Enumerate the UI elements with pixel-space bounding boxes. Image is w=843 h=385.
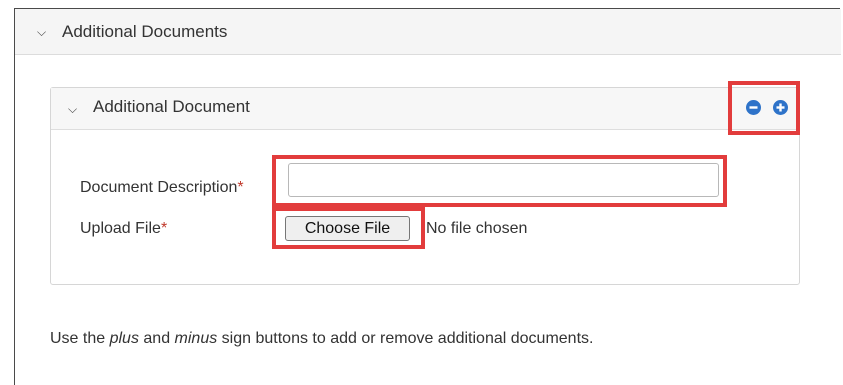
additional-document-panel: ⌵ Additional Document Document Descripti… — [50, 87, 800, 285]
plus-circle-icon[interactable] — [773, 100, 788, 115]
section-title: Additional Documents — [62, 22, 228, 41]
additional-documents-section: ⌵ Additional Documents ⌵ Additional Docu… — [14, 8, 841, 385]
help-prefix: Use the — [50, 330, 110, 347]
minus-circle-icon[interactable] — [746, 100, 761, 115]
document-description-label: Document Description* — [80, 179, 244, 197]
help-minus-word: minus — [174, 330, 218, 347]
help-text: Use the plus and minus sign buttons to a… — [50, 330, 593, 348]
help-plus-word: plus — [109, 330, 139, 347]
help-suffix: sign buttons to add or remove additional… — [217, 330, 594, 347]
section-header[interactable]: ⌵ Additional Documents — [15, 9, 841, 55]
panel-header[interactable]: ⌵ Additional Document — [51, 88, 799, 130]
panel-title: Additional Document — [93, 97, 250, 116]
upload-file-label: Upload File* — [80, 220, 167, 238]
required-marker: * — [237, 179, 244, 196]
required-marker: * — [160, 220, 168, 237]
upload-file-label-text: Upload File — [80, 220, 161, 237]
chevron-down-icon[interactable]: ⌵ — [68, 103, 77, 115]
chevron-down-icon[interactable]: ⌵ — [37, 26, 46, 38]
file-status-text: No file chosen — [426, 220, 528, 237]
document-description-input[interactable] — [288, 163, 719, 197]
choose-file-button[interactable]: Choose File — [285, 216, 410, 241]
help-connector: and — [138, 330, 175, 347]
document-description-label-text: Document Description — [80, 179, 238, 196]
